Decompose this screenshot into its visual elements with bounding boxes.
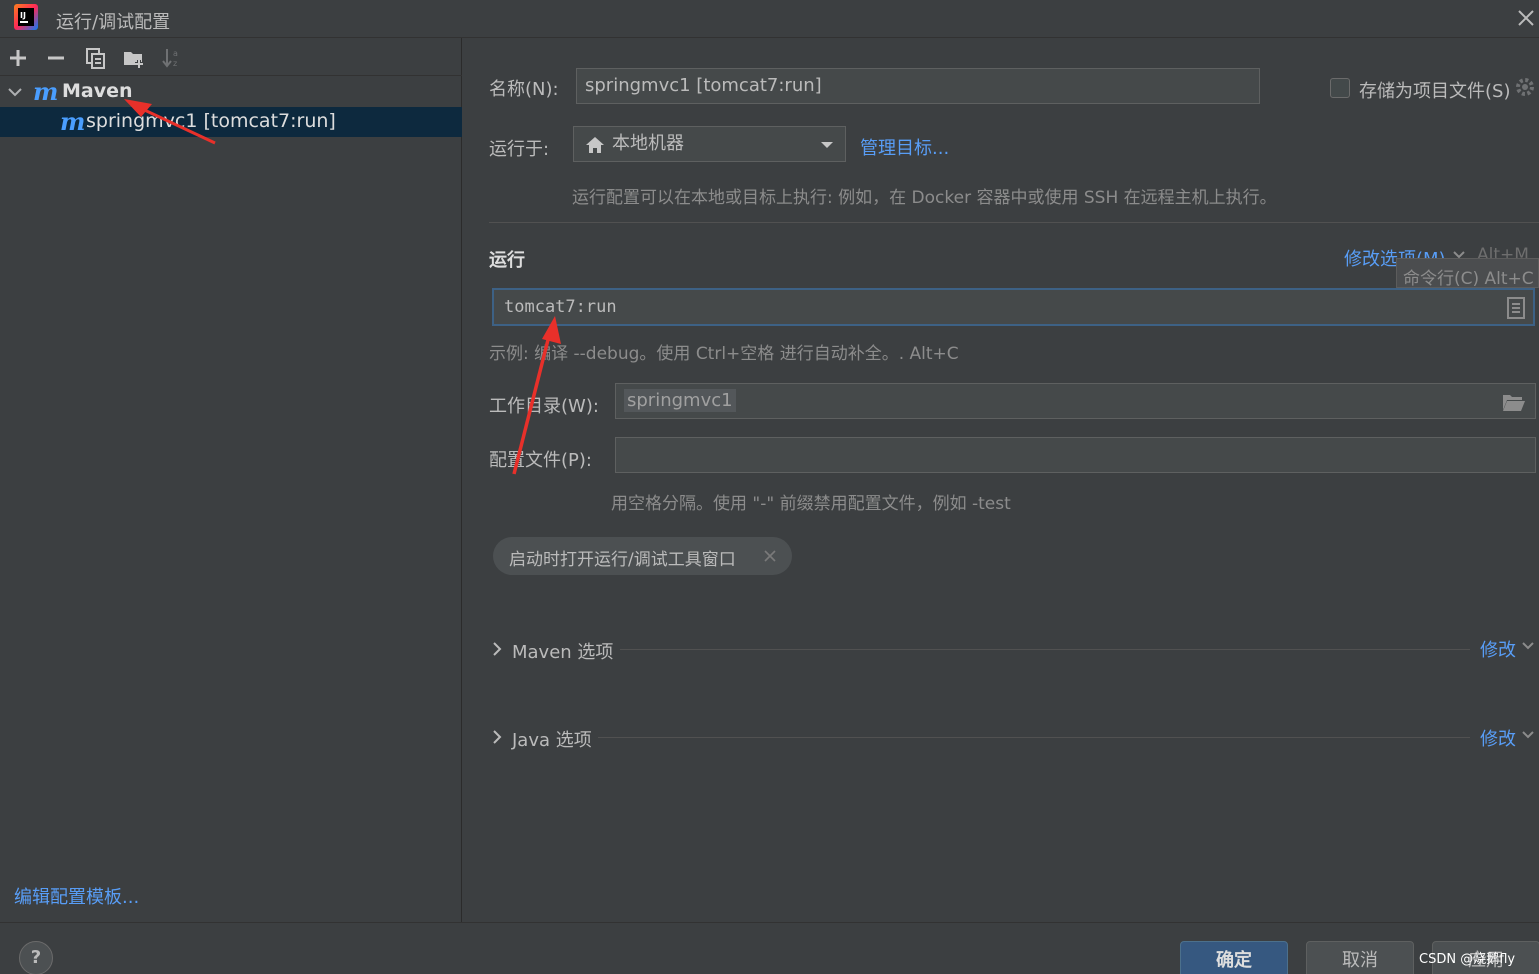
run-section-title: 运行: [489, 250, 525, 271]
chevron-right-icon[interactable]: [490, 640, 504, 658]
chevron-down-icon[interactable]: [6, 83, 24, 101]
copy-icon[interactable]: [84, 46, 108, 70]
java-options-modify-link[interactable]: 修改: [1480, 725, 1516, 751]
run-on-value: 本地机器: [612, 133, 684, 154]
tree-node-label: Maven: [62, 80, 133, 102]
tree-node-springmvc1[interactable]: m springmvc1 [tomcat7:run]: [0, 107, 462, 137]
config-tree-panel: [0, 38, 462, 922]
tree-node-label: springmvc1 [tomcat7:run]: [86, 110, 336, 132]
modify-options-shortcut: Alt+M: [1477, 245, 1529, 258]
workdir-value: springmvc1: [624, 389, 736, 412]
store-as-file-label: 存储为项目文件(S): [1359, 81, 1511, 102]
java-options-title[interactable]: Java 选项: [512, 726, 592, 752]
window-title: 运行/调试配置: [56, 12, 171, 33]
maven-icon: m: [33, 77, 59, 106]
run-on-dropdown[interactable]: 本地机器: [573, 126, 846, 162]
option-chip-label: 启动时打开运行/调试工具窗口: [509, 550, 736, 570]
close-icon[interactable]: [764, 550, 776, 562]
maven-options-modify-link[interactable]: 修改: [1480, 636, 1516, 662]
gear-icon[interactable]: [1514, 76, 1536, 98]
title-bar: [0, 0, 1539, 38]
chevron-down-icon[interactable]: [1521, 640, 1535, 652]
add-icon[interactable]: [6, 46, 30, 70]
chevron-down-icon: [821, 142, 833, 148]
watermark: CSDN @烧鹅fly: [1419, 952, 1516, 967]
svg-text:z: z: [173, 59, 177, 68]
divider: [620, 649, 1470, 650]
profiles-label: 配置文件(P):: [489, 450, 592, 471]
intellij-logo-icon: IJ: [14, 4, 38, 30]
maven-options-title[interactable]: Maven 选项: [512, 638, 613, 664]
list-icon[interactable]: [1506, 297, 1526, 319]
svg-text:a: a: [173, 49, 178, 58]
divider: [489, 222, 1539, 223]
close-icon[interactable]: [1514, 6, 1538, 30]
command-line-input[interactable]: tomcat7:run: [492, 288, 1535, 326]
edit-templates-link[interactable]: 编辑配置模板...: [14, 883, 139, 909]
tree-node-maven[interactable]: m Maven: [0, 77, 462, 107]
cancel-button[interactable]: 取消: [1306, 941, 1414, 974]
tooltip-text: 命令行(C) Alt+C: [1403, 269, 1534, 289]
tree-toolbar: a z: [0, 40, 462, 76]
command-hint: 示例: 编译 --debug。使用 Ctrl+空格 进行自动补全。. Alt+C: [489, 344, 959, 364]
command-line-value: tomcat7:run: [504, 297, 617, 317]
help-icon[interactable]: ?: [19, 941, 53, 974]
remove-icon[interactable]: [44, 46, 68, 70]
svg-text:IJ: IJ: [20, 11, 26, 20]
divider: [598, 737, 1470, 738]
manage-targets-link[interactable]: 管理目标...: [860, 134, 949, 160]
option-chip[interactable]: 启动时打开运行/调试工具窗口: [493, 537, 792, 575]
workdir-label: 工作目录(W):: [489, 396, 599, 417]
home-icon: [586, 137, 604, 153]
maven-icon: m: [60, 107, 86, 136]
workdir-input[interactable]: springmvc1: [615, 383, 1536, 419]
tooltip: 命令行(C) Alt+C: [1396, 258, 1539, 289]
profiles-input[interactable]: [615, 437, 1536, 473]
name-label: 名称(N):: [489, 79, 559, 100]
sort-icon[interactable]: a z: [160, 46, 184, 70]
folder-add-icon[interactable]: [122, 46, 146, 70]
run-on-label: 运行于:: [489, 139, 550, 160]
run-on-hint: 运行配置可以在本地或目标上执行: 例如，在 Docker 容器中或使用 SSH …: [572, 188, 1277, 208]
chevron-right-icon[interactable]: [490, 728, 504, 746]
chevron-down-icon[interactable]: [1521, 729, 1535, 741]
profiles-hint: 用空格分隔。使用 "-" 前缀禁用配置文件，例如 -test: [611, 494, 1011, 514]
folder-open-icon[interactable]: [1502, 392, 1526, 412]
store-as-file-checkbox[interactable]: [1330, 78, 1350, 98]
name-input[interactable]: springmvc1 [tomcat7:run]: [576, 68, 1260, 104]
ok-button[interactable]: 确定: [1180, 941, 1288, 974]
